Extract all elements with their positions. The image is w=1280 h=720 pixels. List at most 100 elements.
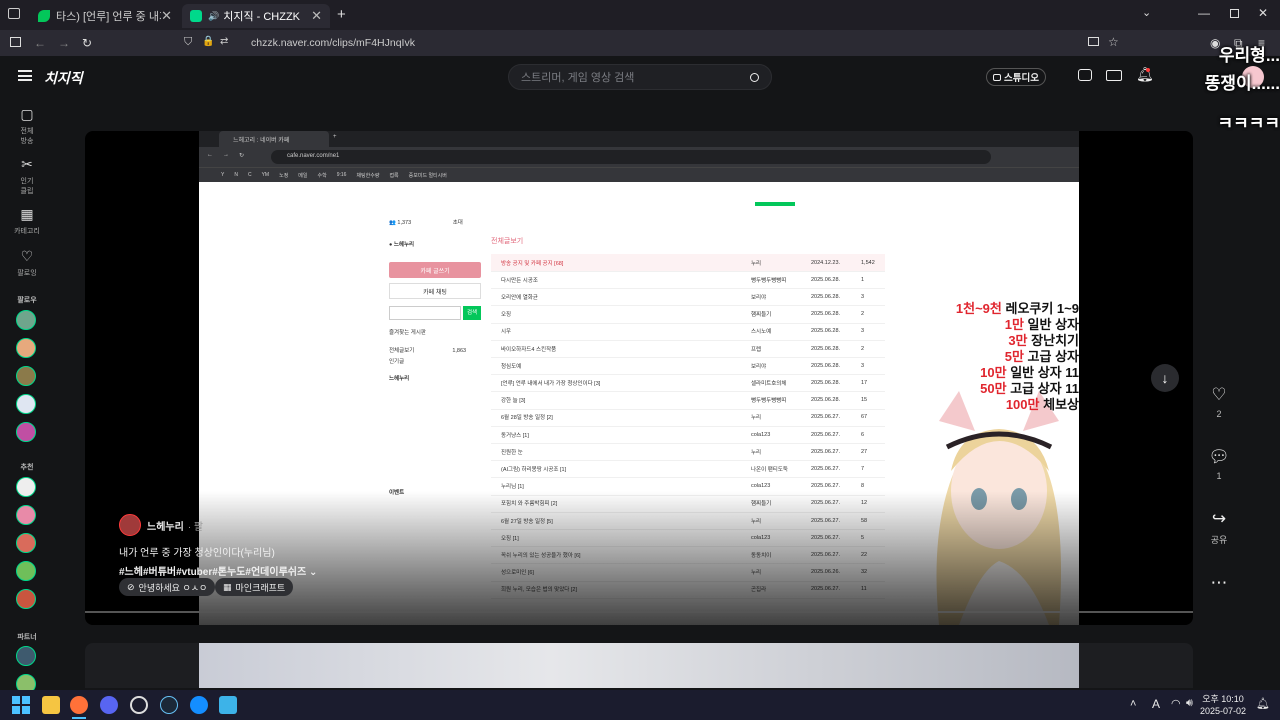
bookmark: C [247,172,252,178]
table-row: 동거냥스 [1] cola123 2025.06.27. 6 [491,426,885,444]
forward-icon[interactable]: → [58,36,70,50]
ime-indicator[interactable]: A [1152,697,1160,711]
post-title: 다시만든 시공조 [501,277,538,284]
url-bar[interactable]: ⛉ 🔒 ⇄ chzzk.naver.com/clips/mF4HJnqIvk ☆ [176,33,1131,53]
discord-icon[interactable] [100,696,118,714]
chzzk-logo[interactable]: 치지직 [44,68,83,88]
studio-button[interactable]: 스튜디오 [986,68,1046,86]
avatar[interactable] [16,338,36,358]
table-row: [언루] 언루 내에서 내가 가장 청상인이다 [3] 셀라미트호의체 2025.0… [491,374,885,393]
more-icon: ⋯ [1210,573,1228,592]
reward-line: 50만 고급 상자 11 [980,381,1079,396]
battle-net-icon[interactable] [190,696,208,714]
bookmark: 접록 [389,172,399,179]
avatar[interactable] [16,533,36,553]
avatar[interactable] [16,310,36,330]
reload-icon[interactable]: ↻ [82,36,92,50]
next-clip-button[interactable]: ↓ [1151,364,1179,392]
channel-name[interactable]: 느헤누리 [147,518,184,533]
chzzk-favicon-icon [190,10,202,22]
restore-button[interactable] [1230,9,1239,18]
sidebar-item-popular-clips[interactable]: ✂ 인기 클립 [0,156,54,196]
app-icon[interactable] [130,696,148,714]
hamburger-menu-icon[interactable] [18,70,32,81]
category-pill-greeting[interactable]: ⊘ 안녕하세요 ㅇㅅㅇ [119,578,216,596]
expand-chevron-icon[interactable]: ⌄ [309,567,317,578]
comment-button[interactable]: 💬︎ 1 [1204,447,1234,481]
like-button[interactable]: ♡ 2 [1204,385,1234,419]
progress-bar[interactable] [85,611,1193,613]
windows-start-icon[interactable] [12,696,30,714]
follow-label[interactable]: · 팔 [188,518,203,533]
post-title: 진원한 눈 [501,449,523,456]
avatar[interactable] [16,505,36,525]
new-tab-button[interactable]: + [337,6,346,23]
avatar[interactable] [16,394,36,414]
post-title: [언루] 언루 내에서 내가 가장 청상인이다 [3] [501,380,601,387]
avatar[interactable] [16,561,36,581]
browser-tab-chzzk[interactable]: 🔊 치지직 - CHZZK ✕ [182,4,330,28]
chat-line: ㅋㅋㅋㅋ [1217,114,1280,133]
notepad-icon[interactable] [219,696,237,714]
studio-icon [993,73,1001,81]
search-input[interactable]: 스트리머, 게임 영상 검색 [508,64,772,90]
minimize-button[interactable]: — [1198,6,1210,20]
tab-overflow-chevron-icon[interactable]: ⌄ [1142,6,1151,19]
share-button[interactable]: ↪ 공유 [1204,509,1234,546]
chat-overlay: 우리형... 똥쟁이...... ㅋㅋㅋㅋ [1176,42,1280,138]
channel-row[interactable]: 느헤누리 · 팔 [119,514,719,536]
reward-line: 10만 일반 상자 11 [980,365,1079,380]
sidebar-item-following[interactable]: ♡ 팔로잉 [0,248,54,278]
avatar[interactable] [16,646,36,666]
close-tab-icon[interactable]: ✕ [161,8,172,24]
steam-icon[interactable] [160,696,178,714]
bell-icon[interactable]: 🔔︎ [1136,66,1154,83]
speaker-icon[interactable]: 🔊 [208,11,219,22]
avatar[interactable] [16,477,36,497]
more-button[interactable]: ⋯ [1204,573,1234,597]
wifi-icon[interactable]: ◠ [1171,697,1181,710]
avatar[interactable] [16,589,36,609]
reward-line: 5만 고급 상자 [1004,349,1079,364]
picture-in-picture-icon[interactable] [1088,37,1099,46]
avatar[interactable] [16,366,36,386]
board-group: 느헤누리 [389,376,410,382]
avatar[interactable] [16,422,36,442]
file-explorer-icon[interactable] [42,696,60,714]
firefox-icon[interactable] [70,696,88,714]
clip-player[interactable]: 느헤고리 : 네이버 카페 + ← → ↻ cafe.naver.com/ne1… [85,131,1193,625]
popular-link: 인기글 [389,359,405,365]
ticket-icon[interactable] [1106,70,1122,81]
clip-title: 내가 언루 중 가장 청상인이다(누리님) [119,548,275,559]
tray-chevron-icon[interactable]: ˄ [1130,698,1136,710]
back-icon[interactable]: ← [34,36,46,50]
table-row: 오징 햄찌들기 2025.06.28. 2 [491,306,885,324]
tab-list-icon[interactable] [8,8,20,19]
system-clock[interactable]: 오후 10:10 2025-07-02 [1200,693,1246,717]
search-icon[interactable] [750,72,759,82]
browser-tab-cafe[interactable]: 타스) [언루] 언루 중 내가 가장 ✕ [30,4,180,28]
sidebar-toggle-icon[interactable] [10,37,21,47]
cube-icon[interactable] [1078,69,1092,81]
sidebar-item-all-live[interactable]: ▢ 전체 방송 [0,106,54,146]
shield-icon[interactable]: ⛉ [184,36,192,49]
notification-icon[interactable]: 🔔︎ [1256,697,1270,710]
category-pill-minecraft[interactable]: ▦ 마인크래프트 [215,578,294,596]
lock-icon[interactable]: 🔒 [202,36,214,47]
video-icon: ▢ [20,106,34,122]
cafe-search-input [389,306,461,320]
close-window-button[interactable]: ✕ [1258,6,1268,20]
bookmark-star-icon[interactable]: ☆ [1108,35,1119,49]
volume-icon[interactable]: 🔊︎ [1186,697,1193,710]
table-row: 방송 공지 및 카페 공지 [68] 누리 2024.12.23. 1,542 [491,254,885,272]
cafe-chat-button: 카페 채팅 [389,283,481,299]
permissions-icon[interactable]: ⇄ [220,36,228,47]
next-clip-image [199,643,1079,688]
close-tab-icon[interactable]: ✕ [311,8,322,24]
channel-avatar[interactable] [119,514,141,536]
loading-bar [755,202,795,206]
sidebar-item-category[interactable]: ▦ 카테고리 [0,206,54,236]
next-clip-thumbnail[interactable] [85,643,1193,688]
post-title: 누리님 [1] [501,484,524,491]
sidebar-item-label: 팔로잉 [17,270,37,277]
